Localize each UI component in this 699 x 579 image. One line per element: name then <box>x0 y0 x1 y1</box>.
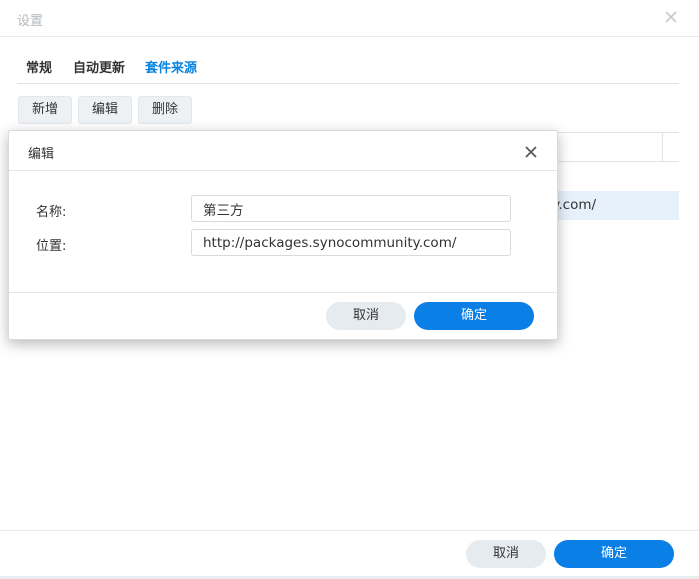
location-label: 位置: <box>36 239 67 254</box>
dialog-title: 编辑 <box>28 147 55 162</box>
delete-button[interactable]: 删除 <box>138 96 192 124</box>
close-icon[interactable] <box>663 9 679 25</box>
name-label: 名称: <box>36 205 67 220</box>
dialog-cancel-button[interactable]: 取消 <box>326 302 406 330</box>
window-header: 设置 <box>0 0 699 37</box>
close-icon[interactable] <box>524 144 538 158</box>
dialog-divider <box>9 292 557 293</box>
tab-general[interactable]: 常规 <box>26 57 52 76</box>
tab-package-sources[interactable]: 套件来源 <box>145 57 197 76</box>
ok-button[interactable]: 确定 <box>554 540 674 568</box>
add-button[interactable]: 新增 <box>18 96 72 124</box>
window-title: 设置 <box>17 14 44 29</box>
dialog-header: 编辑 <box>9 131 557 171</box>
cancel-button[interactable]: 取消 <box>466 540 546 568</box>
dialog-ok-button[interactable]: 确定 <box>414 302 534 330</box>
name-field[interactable] <box>191 195 511 222</box>
tab-bar: 常规 自动更新 套件来源 <box>17 55 679 84</box>
location-field[interactable] <box>191 229 511 256</box>
edit-button[interactable]: 编辑 <box>78 96 132 124</box>
edit-dialog: 编辑 名称: 位置: 取消 确定 <box>8 130 558 340</box>
tab-auto-update[interactable]: 自动更新 <box>73 57 125 76</box>
column-separator[interactable] <box>662 133 663 162</box>
